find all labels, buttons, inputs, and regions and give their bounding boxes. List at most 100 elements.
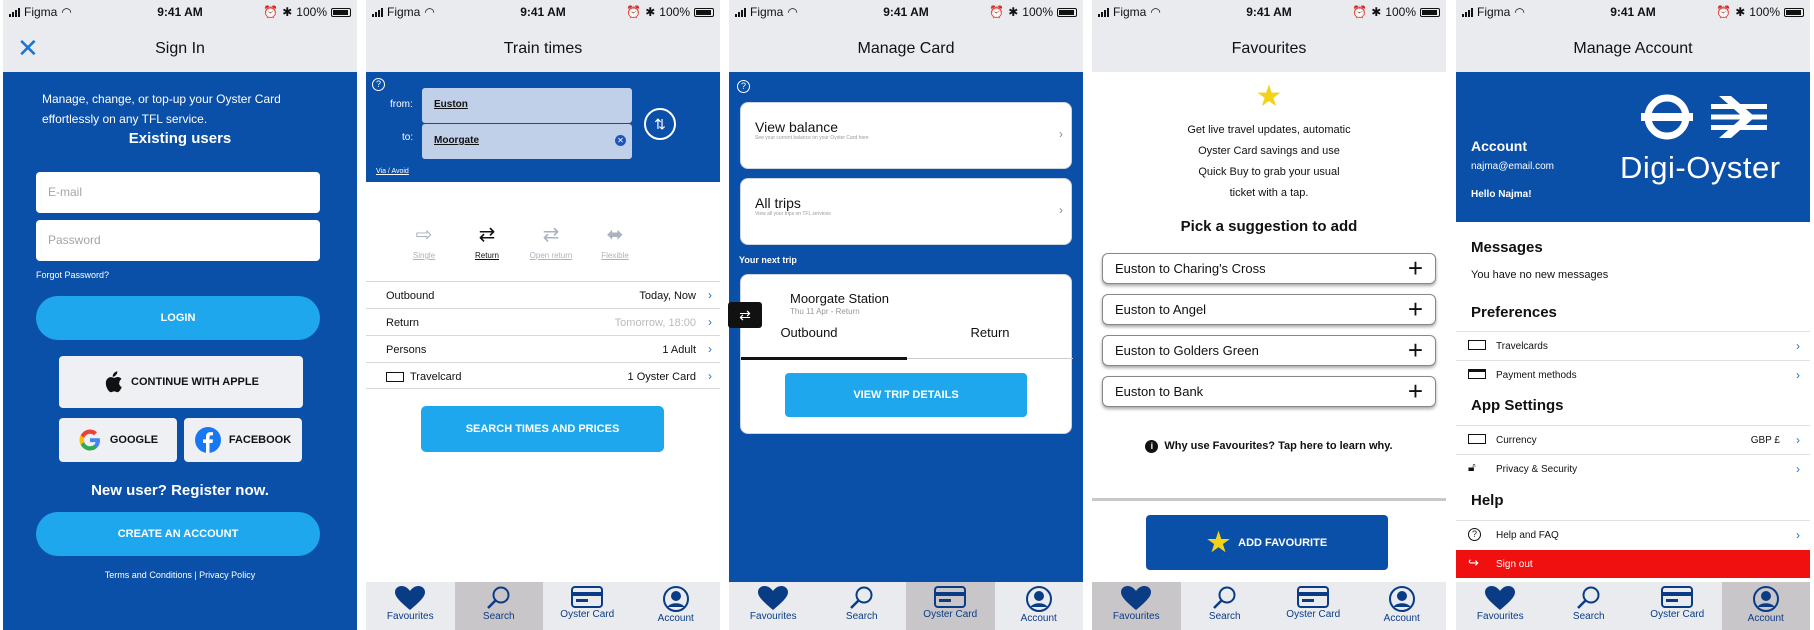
chevron-right-icon: ›	[1796, 339, 1800, 353]
description-line: Quick Buy to grab your usual	[1198, 166, 1340, 178]
suggestion-item[interactable]: Euston to Bank +	[1102, 376, 1436, 407]
favourites-screen: Figma ◠ 9:41 AM ⏰ ✱ 100% Favourites ★ Get l…	[1092, 0, 1446, 630]
search-icon	[1181, 586, 1270, 610]
battery-icon	[1057, 7, 1077, 17]
chevron-right-icon: ›	[1796, 433, 1800, 447]
existing-users-heading: Existing users	[128, 130, 232, 147]
heart-icon	[1092, 586, 1181, 610]
help-faq-item[interactable]: ? Help and FAQ ›	[1456, 520, 1810, 548]
all-trips-card[interactable]: All trips View all your trips on TFL ser…	[740, 178, 1072, 245]
nav-bar: Train times	[366, 25, 720, 72]
chevron-right-icon: ›	[1796, 528, 1800, 542]
description-line: Oyster Card savings and use	[1198, 145, 1340, 157]
travelcards-item[interactable]: Travelcards ›	[1456, 331, 1810, 359]
tab-oyster-card[interactable]: Oyster Card	[543, 582, 632, 630]
payment-methods-item[interactable]: Payment methods ›	[1456, 360, 1810, 388]
tab-favourites[interactable]: Favourites	[1456, 582, 1545, 630]
tab-account[interactable]: Account	[1358, 582, 1447, 630]
tab-outbound[interactable]: Outbound	[741, 325, 907, 340]
to-field[interactable]: Moorgate	[422, 124, 632, 159]
close-icon[interactable]: ✕	[17, 25, 39, 72]
privacy-security-item[interactable]: 🔓︎ Privacy & Security ›	[1456, 454, 1810, 482]
add-favourite-button[interactable]: ★ ADD FAVOURITE	[1146, 515, 1388, 570]
view-balance-card[interactable]: View balance See your current balance on…	[740, 102, 1072, 169]
login-button[interactable]: LOGIN	[36, 296, 320, 340]
item-value: GBP £	[1750, 435, 1780, 446]
open-return-icon: ⇄	[542, 224, 560, 246]
battery-icon	[694, 7, 714, 17]
ticket-type-single[interactable]: ⇨ Single	[399, 222, 449, 260]
tab-search[interactable]: Search	[1545, 582, 1634, 630]
travelcard-row[interactable]: Travelcard 1 Oyster Card ›	[366, 362, 720, 389]
swap-icon[interactable]: ⇄	[728, 302, 762, 328]
sign-in-screen: Figma ◠ 9:41 AM ⏰ ✱ 100% ✕ Sign In Manage, …	[3, 0, 357, 630]
google-button[interactable]: GOOGLE	[59, 418, 177, 462]
alarm-icon: ⏰	[989, 5, 1005, 19]
travelcard-icon	[1468, 340, 1486, 350]
ticket-type-return[interactable]: ⇄ Return	[462, 222, 512, 260]
why-favourites-link[interactable]: i Why use Favourites? Tap here to learn w…	[1092, 440, 1446, 453]
password-field[interactable]: Password	[36, 220, 320, 261]
page-title: Favourites	[1231, 40, 1307, 57]
nav-bar: Manage Account	[1456, 25, 1810, 72]
tab-favourites[interactable]: Favourites	[729, 582, 818, 630]
suggestion-item[interactable]: Euston to Golders Green +	[1102, 335, 1436, 366]
from-field[interactable]: Euston	[422, 88, 632, 123]
heart-icon	[1456, 586, 1545, 610]
row-value: 1 Oyster Card	[627, 371, 696, 383]
page-title: Manage Account	[1573, 40, 1693, 57]
persons-row[interactable]: Persons 1 Adult ›	[366, 335, 720, 362]
page-title: Manage Card	[857, 40, 955, 57]
ticket-type-open-return[interactable]: ⇄ Open return	[526, 222, 576, 260]
tab-account[interactable]: Account	[1721, 582, 1810, 630]
help-icon[interactable]: ?	[372, 78, 385, 91]
suggestion-item[interactable]: Euston to Charing's Cross +	[1102, 253, 1436, 284]
tab-favourites[interactable]: Favourites	[1092, 582, 1181, 630]
tab-account[interactable]: Account	[632, 582, 721, 630]
tab-search[interactable]: Search	[818, 582, 907, 630]
alarm-icon: ⏰	[626, 5, 642, 19]
tab-label: Oyster Card	[560, 609, 615, 620]
tab-oyster-card[interactable]: Oyster Card	[1633, 582, 1722, 630]
suggestion-item[interactable]: Euston to Angel +	[1102, 294, 1436, 325]
sign-in-content: Manage, change, or top-up your Oyster Ca…	[3, 72, 357, 630]
swap-stations-icon[interactable]: ⇅	[644, 108, 676, 140]
battery-percent: 100%	[1749, 5, 1780, 19]
tab-favourites[interactable]: Favourites	[366, 582, 455, 630]
account-icon	[995, 586, 1084, 612]
apple-icon	[105, 371, 122, 393]
row-value: Today, Now	[639, 290, 696, 302]
via-avoid-link[interactable]: Via / Avoid	[376, 168, 409, 175]
return-row[interactable]: Return Tomorrow, 18:00 ›	[366, 308, 720, 335]
bluetooth-icon: ✱	[1735, 5, 1746, 19]
facebook-button[interactable]: FACEBOOK	[184, 418, 302, 462]
card-subtitle: View all your trips on TFL services	[755, 211, 831, 217]
heart-icon	[366, 586, 455, 610]
ticket-type-flexible[interactable]: ⬌ Flexible	[590, 222, 640, 260]
status-bar: Figma ◠ 9:41 AM ⏰ ✱ 100%	[729, 0, 1083, 25]
email-field[interactable]: E-mail	[36, 172, 320, 213]
chevron-right-icon: ›	[1059, 127, 1063, 141]
bluetooth-icon: ✱	[1008, 5, 1019, 19]
tab-oyster-card[interactable]: Oyster Card	[906, 582, 995, 630]
view-trip-details-button[interactable]: VIEW TRIP DETAILS	[785, 373, 1027, 417]
tab-return[interactable]: Return	[907, 325, 1073, 340]
search-times-button[interactable]: SEARCH TIMES AND PRICES	[421, 406, 664, 452]
create-account-button[interactable]: CREATE AN ACCOUNT	[36, 512, 320, 556]
forgot-password-link[interactable]: Forgot Password?	[36, 270, 109, 280]
help-icon[interactable]: ?	[737, 80, 750, 93]
clear-icon[interactable]: ✕	[615, 135, 626, 146]
tab-search[interactable]: Search	[454, 582, 543, 630]
currency-item[interactable]: Currency GBP £ ›	[1456, 425, 1810, 453]
ticket-type-label: Return	[474, 251, 499, 260]
favourites-description: Get live travel updates, automatic Oyste…	[1092, 120, 1446, 204]
tab-search[interactable]: Search	[1181, 582, 1270, 630]
tab-bar: Favourites Search Oyster Card Account	[1092, 582, 1446, 630]
continue-with-apple-button[interactable]: CONTINUE WITH APPLE	[59, 356, 303, 408]
tab-account[interactable]: Account	[995, 582, 1084, 630]
tab-oyster-card[interactable]: Oyster Card	[1269, 582, 1358, 630]
card-title: View balance	[755, 119, 839, 135]
outbound-row[interactable]: Outbound Today, Now ›	[366, 281, 720, 308]
sign-out-item[interactable]: ↪ Sign out	[1456, 550, 1810, 578]
terms-privacy-links[interactable]: Terms and Conditions | Privacy Policy	[3, 570, 357, 580]
